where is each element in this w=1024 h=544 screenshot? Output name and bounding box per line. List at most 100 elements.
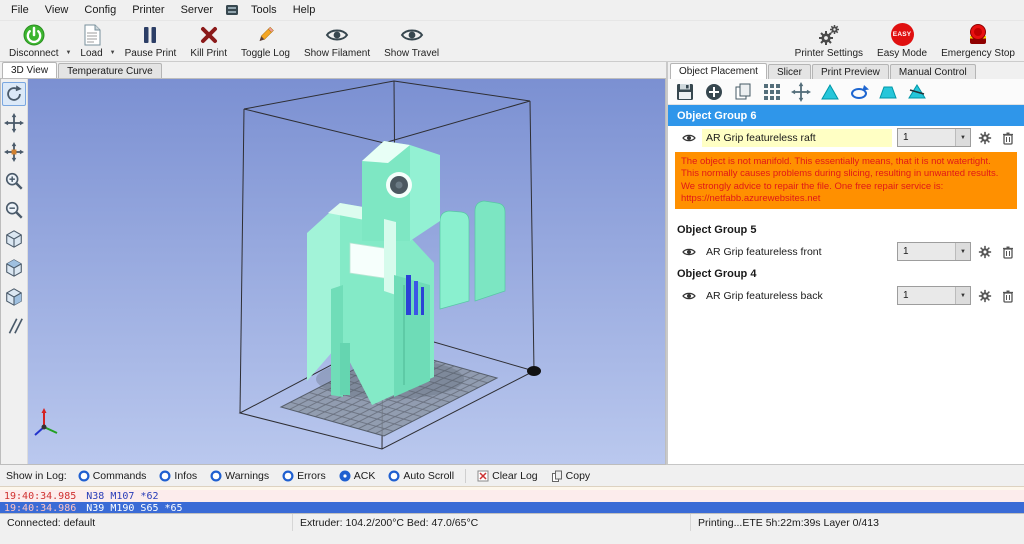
toggle-ring-icon (339, 469, 351, 482)
toggle-label: Auto Scroll (403, 469, 455, 482)
menu-config[interactable]: Config (76, 1, 124, 19)
center-object-icon[interactable] (789, 81, 813, 103)
object-name[interactable]: AR Grip featureless back (702, 287, 892, 305)
easy-mode-button[interactable]: EASY Easy Mode (870, 21, 934, 61)
tab-3d-view[interactable]: 3D View (2, 62, 58, 78)
tab-slicer[interactable]: Slicer (767, 64, 811, 79)
object-list: Object Group 6 AR Grip featureless raft … (668, 105, 1024, 464)
object-name[interactable]: AR Grip featureless raft (702, 128, 892, 147)
visibility-eye-icon[interactable] (681, 291, 697, 301)
clear-log-icon (477, 470, 489, 481)
print-progress-status: Printing...ETE 5h:22m:39s Layer 0/413 (698, 516, 879, 529)
toggle-ack[interactable]: ACK (337, 469, 378, 483)
object-row[interactable]: AR Grip featureless back 1 ▼ (668, 284, 1024, 307)
visibility-eye-icon[interactable] (681, 247, 697, 257)
save-icon[interactable] (673, 81, 697, 103)
add-object-icon[interactable] (702, 81, 726, 103)
disconnect-menu-arrow[interactable]: ▼ (65, 21, 73, 61)
toggle-ring-icon (159, 469, 171, 482)
toggle-warnings[interactable]: Warnings (208, 469, 271, 483)
clear-log-button[interactable]: Clear Log (475, 469, 540, 483)
menu-tools[interactable]: Tools (243, 1, 285, 19)
front-view-icon[interactable] (2, 256, 26, 280)
cut-object-icon[interactable] (905, 81, 929, 103)
toggle-label: Errors (297, 469, 326, 482)
load-button[interactable]: Load (73, 21, 109, 61)
object-group-header[interactable]: Object Group 5 (668, 219, 1024, 240)
lay-flat-icon[interactable] (876, 81, 900, 103)
menu-file[interactable]: File (3, 1, 37, 19)
disconnect-label: Disconnect (9, 47, 59, 59)
object-settings-gear-icon[interactable] (976, 131, 994, 145)
log-text: N38 M107 *62 (86, 490, 159, 502)
toggle-commands[interactable]: Commands (76, 469, 149, 483)
disconnect-button[interactable]: Disconnect (2, 21, 65, 61)
menu-view[interactable]: View (37, 1, 77, 19)
isometric-view-icon[interactable] (2, 227, 26, 251)
kill-print-button[interactable]: Kill Print (183, 21, 234, 61)
log-line-selected[interactable]: 19:40:34.986 N39 M190 S65 *65 (0, 502, 1024, 513)
toggle-ring-icon (388, 469, 400, 482)
log-output[interactable]: 19:40:34.985 N38 M107 *62 19:40:34.986 N… (0, 486, 1024, 513)
object-group-header[interactable]: Object Group 4 (668, 263, 1024, 284)
autoposition-icon[interactable] (760, 81, 784, 103)
delete-object-trash-icon[interactable] (999, 245, 1017, 259)
pause-print-label: Pause Print (124, 47, 177, 59)
show-travel-button[interactable]: Show Travel (377, 21, 446, 61)
tab-temperature-curve[interactable]: Temperature Curve (58, 63, 162, 78)
zoom-out-icon[interactable] (2, 198, 26, 222)
gears-icon (817, 24, 841, 46)
menu-printer[interactable]: Printer (124, 1, 172, 19)
view-pane: 3D View Temperature Curve (0, 62, 666, 465)
easy-mode-icon: EASY (890, 23, 914, 46)
printer-settings-label: Printer Settings (794, 47, 864, 59)
visibility-eye-icon[interactable] (681, 133, 697, 143)
tab-manual-control[interactable]: Manual Control (889, 64, 976, 79)
easy-mode-label: Easy Mode (877, 47, 928, 59)
load-menu-arrow[interactable]: ▼ (110, 21, 118, 61)
right-tabs: Object Placement Slicer Print Preview Ma… (668, 62, 1024, 79)
side-view-icon[interactable] (2, 285, 26, 309)
menu-server[interactable]: Server (173, 1, 221, 19)
object-row[interactable]: AR Grip featureless front 1 ▼ (668, 240, 1024, 263)
scale-object-icon[interactable] (818, 81, 842, 103)
toggle-infos[interactable]: Infos (157, 469, 199, 483)
parallel-projection-icon[interactable] (2, 314, 26, 338)
object-group-header[interactable]: Object Group 6 (668, 105, 1024, 126)
pan-view-icon[interactable] (2, 111, 26, 135)
tab-object-placement[interactable]: Object Placement (670, 63, 767, 79)
printer-settings-button[interactable]: Printer Settings (788, 21, 870, 61)
pause-print-button[interactable]: Pause Print (118, 21, 184, 61)
tab-print-preview[interactable]: Print Preview (811, 64, 889, 79)
kill-print-label: Kill Print (190, 47, 228, 59)
object-row[interactable]: AR Grip featureless raft 1 ▼ (668, 126, 1024, 149)
toggle-auto-scroll[interactable]: Auto Scroll (386, 469, 456, 483)
delete-object-trash-icon[interactable] (999, 131, 1017, 145)
rotate-view-icon[interactable] (2, 82, 26, 106)
emergency-stop-button[interactable]: Emergency Stop (934, 21, 1022, 61)
copy-log-label: Copy (565, 469, 591, 482)
toggle-errors[interactable]: Errors (280, 469, 328, 483)
log-line[interactable]: 19:40:34.985 N38 M107 *62 (0, 490, 1024, 502)
copies-dropdown[interactable]: 1 ▼ (897, 242, 971, 262)
repetier-host-window: File View Config Printer Server Tools He… (0, 0, 1024, 544)
viewport-3d[interactable] (28, 79, 665, 464)
delete-object-trash-icon[interactable] (999, 289, 1017, 303)
move-object-icon[interactable] (2, 140, 26, 164)
copy-object-icon[interactable] (731, 81, 755, 103)
copies-dropdown[interactable]: 1 ▼ (897, 128, 971, 147)
object-settings-gear-icon[interactable] (976, 245, 994, 259)
toggle-log-button[interactable]: Toggle Log (234, 21, 297, 61)
object-settings-gear-icon[interactable] (976, 289, 994, 303)
show-in-log-label: Show in Log: (6, 469, 67, 482)
copy-log-button[interactable]: Copy (549, 469, 593, 483)
logbar-separator (465, 468, 467, 483)
show-filament-button[interactable]: Show Filament (297, 21, 377, 61)
main-toolbar: Disconnect ▼ Load ▼ Pause Print Kill Pri… (0, 20, 1024, 62)
zoom-in-icon[interactable] (2, 169, 26, 193)
rotate-object-icon[interactable] (847, 81, 871, 103)
toggle-label: Infos (174, 469, 198, 482)
object-name[interactable]: AR Grip featureless front (702, 243, 892, 261)
menu-help[interactable]: Help (285, 1, 324, 19)
copies-dropdown[interactable]: 1 ▼ (897, 286, 971, 306)
